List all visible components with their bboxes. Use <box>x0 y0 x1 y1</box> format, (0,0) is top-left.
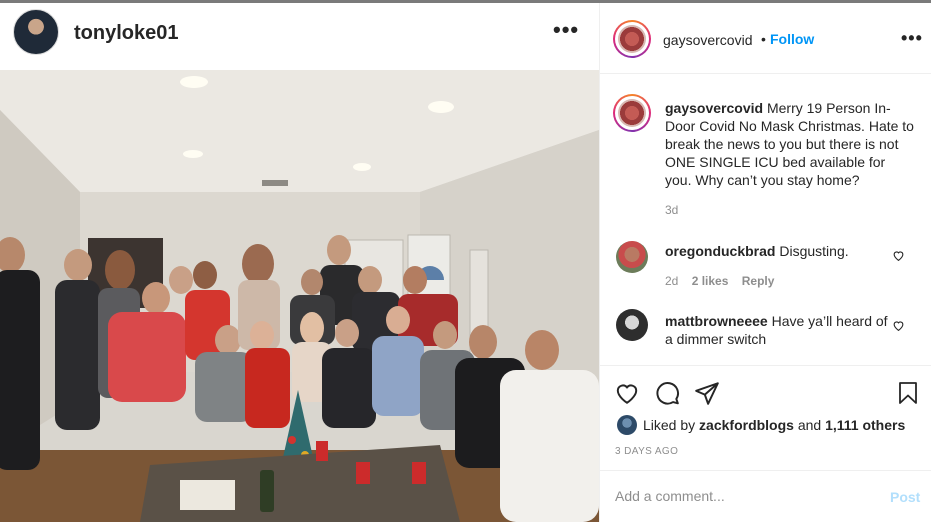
post-date[interactable]: 3 DAYS AGO <box>615 446 678 457</box>
comment-username[interactable]: mattbrowneeee <box>665 313 768 329</box>
caption-username[interactable]: gaysovercovid <box>665 100 763 116</box>
like-comment-heart-icon[interactable] <box>892 319 905 332</box>
add-comment-bar: Post <box>600 470 931 522</box>
caption: gaysovercovid Merry 19 Person In-Door Co… <box>665 99 915 189</box>
bookmark-icon[interactable] <box>896 380 920 406</box>
liked-by: Liked by zackfordblogs and 1,111 others <box>643 417 905 433</box>
comment-avatar[interactable] <box>616 241 648 273</box>
post-actions: Liked by zackfordblogs and 1,111 others … <box>600 365 931 522</box>
virus-avatar-icon <box>618 99 646 127</box>
share-icon[interactable] <box>694 380 720 406</box>
comment-icon[interactable] <box>654 380 680 406</box>
group-photo-image <box>0 70 599 522</box>
comment-input[interactable] <box>615 488 865 504</box>
liked-others[interactable]: 1,111 others <box>825 417 905 433</box>
comment-time[interactable]: 2d <box>665 274 678 288</box>
liked-user[interactable]: zackfordblogs <box>699 417 794 433</box>
heart-icon[interactable] <box>614 380 640 406</box>
post-button[interactable]: Post <box>890 489 920 505</box>
caption-avatar[interactable] <box>613 94 651 132</box>
liked-prefix: Liked by <box>643 417 696 433</box>
more-options-icon[interactable]: ••• <box>901 28 923 49</box>
post-media-column: tonyloke01 ••• <box>0 3 599 522</box>
comment-username[interactable]: oregonduckbrad <box>665 243 775 259</box>
comment-likes[interactable]: 2 likes <box>692 274 729 288</box>
comment-text: Disgusting. <box>779 243 849 259</box>
account-username[interactable]: gaysovercovid <box>663 32 753 48</box>
like-comment-heart-icon[interactable] <box>892 249 905 262</box>
virus-avatar-icon <box>618 25 646 53</box>
comment: mattbrowneeee Have ya’ll heard of a dimm… <box>665 312 895 348</box>
author-username[interactable]: tonyloke01 <box>74 22 178 45</box>
post-header: tonyloke01 ••• <box>0 3 599 70</box>
more-options-icon[interactable]: ••• <box>553 17 579 43</box>
author-avatar[interactable] <box>13 9 59 55</box>
comment: oregonduckbrad Disgusting. <box>665 242 895 260</box>
sidebar-header: gaysovercovid • Follow ••• <box>600 3 931 74</box>
liked-and: and <box>797 417 822 433</box>
reply-button[interactable]: Reply <box>742 274 775 288</box>
follow-button[interactable]: Follow <box>770 31 814 47</box>
comment-avatar[interactable] <box>616 309 648 341</box>
post-sidebar: gaysovercovid • Follow ••• gaysovercovid… <box>599 3 931 522</box>
caption-timestamp[interactable]: 3d <box>665 203 678 217</box>
account-avatar[interactable] <box>613 20 651 58</box>
liked-by-avatar[interactable] <box>617 415 637 435</box>
separator-dot: • <box>761 31 766 47</box>
post-photo[interactable] <box>0 70 599 522</box>
comment-meta: 2d 2 likes Reply <box>665 274 774 288</box>
